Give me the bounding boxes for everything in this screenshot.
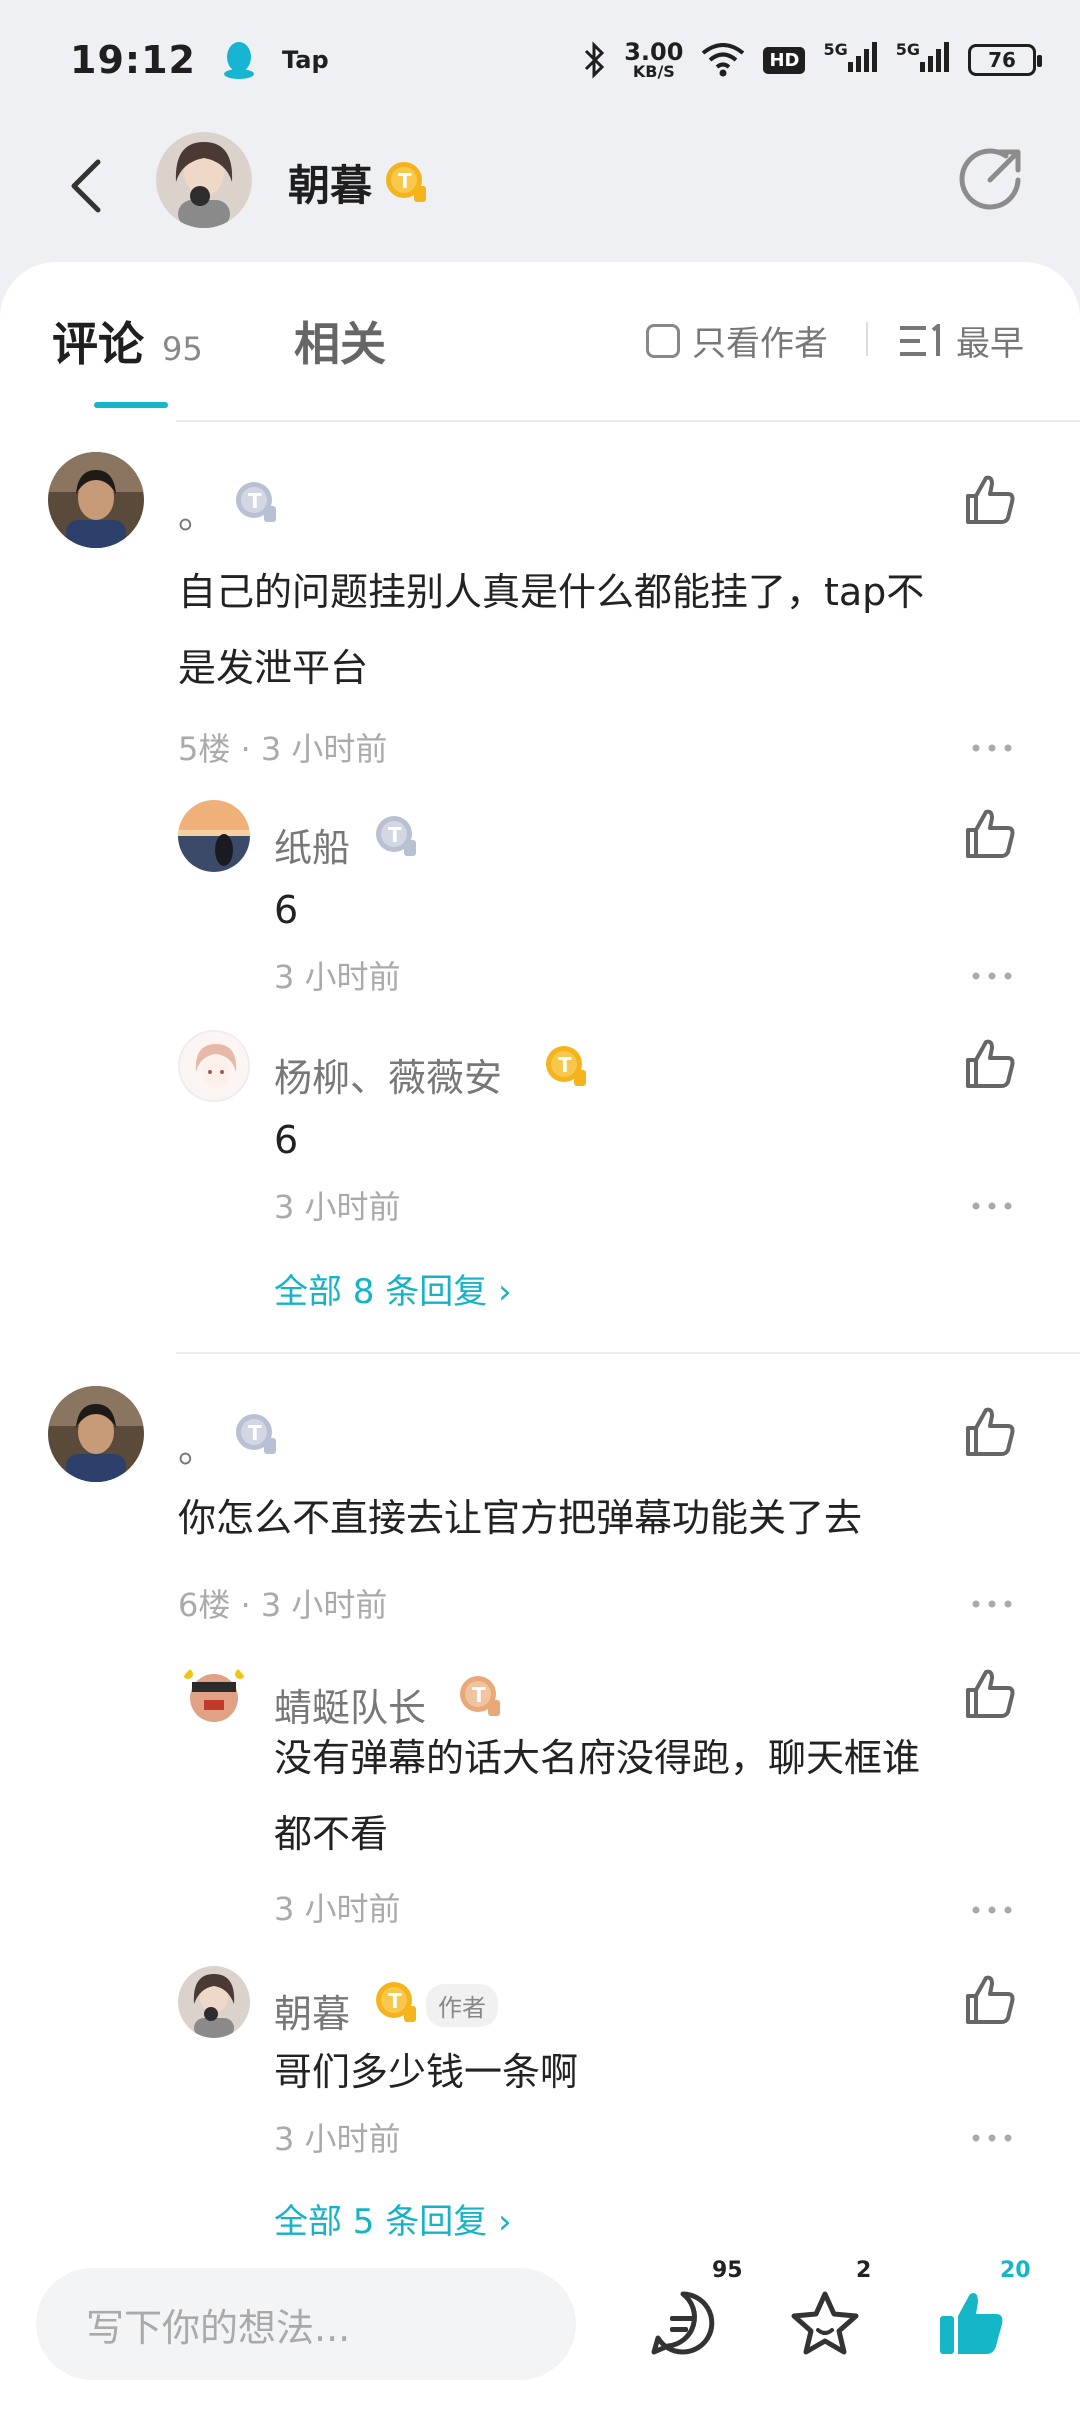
comment-button[interactable] <box>650 2290 716 2360</box>
comment-text: 自己的问题挂别人真是什么都能挂了，tap不 是发泄平台 <box>178 570 925 690</box>
bottom-action-bar: 写下你的想法... 95 2 20 <box>0 2240 1080 2412</box>
comments-sheet: 评论 95 相关 只看作者 最早 。 T 自己的问题挂别人真是什么都能挂了，ta… <box>0 262 1080 2240</box>
tab-indicator <box>94 402 168 408</box>
username[interactable]: 纸船 <box>274 817 350 872</box>
like-icon[interactable] <box>962 1036 1018 1092</box>
more-icon[interactable] <box>970 740 1014 756</box>
filter-separator <box>866 322 868 356</box>
svg-text:T: T <box>398 169 412 193</box>
username[interactable]: 朝暮 <box>274 1983 350 2038</box>
sort-icon <box>900 323 940 356</box>
tab-related[interactable]: 相关 <box>294 308 386 374</box>
svg-text:T: T <box>558 1053 572 1077</box>
reply-meta: 3 小时前 <box>274 1890 401 1928</box>
more-icon[interactable] <box>970 1198 1014 1214</box>
avatar[interactable] <box>48 452 144 548</box>
like-icon[interactable] <box>962 806 1018 862</box>
battery-indicator: 76 <box>968 44 1042 76</box>
like-post-button[interactable] <box>936 2288 1006 2362</box>
signal-1: 5G <box>823 40 877 81</box>
tap-notification-label: Tap <box>281 46 329 74</box>
reply-text: 6 <box>274 1118 299 1162</box>
author-tag: 作者 <box>426 1984 498 2027</box>
reply-meta: 3 小时前 <box>274 1188 401 1226</box>
tab-comments[interactable]: 评论 95 <box>52 308 203 374</box>
post-header: 朝暮 T <box>0 120 1080 260</box>
comment-meta: 5楼 · 3 小时前 <box>178 730 388 768</box>
level-badge-icon: T <box>376 816 416 856</box>
svg-text:T: T <box>472 1683 486 1707</box>
avatar[interactable] <box>178 1660 250 1732</box>
comment-divider <box>176 1352 1080 1354</box>
reply-meta: 3 小时前 <box>274 2120 401 2158</box>
status-time: 19:12 <box>70 38 196 82</box>
avatar[interactable] <box>178 800 250 872</box>
chevron-left-icon <box>71 159 101 213</box>
bluetooth-icon <box>585 41 605 79</box>
like-count: 20 <box>1000 2258 1031 2283</box>
more-icon[interactable] <box>970 968 1014 984</box>
svg-text:T: T <box>248 1421 262 1445</box>
more-icon[interactable] <box>970 2130 1014 2146</box>
reply-text: 哥们多少钱一条啊 <box>274 2050 579 2094</box>
hd-badge: HD <box>763 46 806 74</box>
like-icon[interactable] <box>962 472 1018 528</box>
level-badge-icon: T <box>546 1046 586 1086</box>
username[interactable]: 。 <box>178 484 216 539</box>
qq-icon <box>223 42 254 79</box>
like-icon[interactable] <box>962 1972 1018 2028</box>
level-badge-icon: T <box>386 162 426 202</box>
comments-count: 95 <box>162 330 203 368</box>
share-icon[interactable] <box>956 144 1026 214</box>
avatar[interactable] <box>178 1966 250 2038</box>
favorite-count: 2 <box>856 2258 872 2283</box>
username[interactable]: 。 <box>178 1418 216 1473</box>
sort-button[interactable]: 最早 <box>900 316 1024 365</box>
level-badge-icon: T <box>460 1676 500 1716</box>
comment-input[interactable]: 写下你的想法... <box>36 2268 576 2380</box>
wifi-icon <box>702 43 745 77</box>
back-button[interactable] <box>56 156 116 216</box>
avatar[interactable] <box>48 1386 144 1482</box>
level-badge-icon: T <box>236 482 276 522</box>
reply-text: 没有弹幕的话大名府没得跑，聊天框谁 都不看 <box>274 1736 921 1856</box>
author-avatar[interactable] <box>156 132 252 228</box>
more-icon[interactable] <box>970 1596 1014 1612</box>
thumbs-up-filled-icon <box>940 2293 1003 2354</box>
checkbox-icon <box>646 323 680 358</box>
comment-icon <box>651 2291 715 2355</box>
status-bar: 19:12 Tap 3.00 KB/S HD 5G 5G 76 <box>0 0 1080 120</box>
all-replies-link[interactable]: 全部 8 条回复 › <box>274 1264 512 1313</box>
level-badge-icon: T <box>376 1982 416 2022</box>
comment-text: 你怎么不直接去让官方把弹幕功能关了去 <box>178 1496 863 1540</box>
like-icon[interactable] <box>962 1404 1018 1460</box>
reply-meta: 3 小时前 <box>274 958 401 996</box>
author-name[interactable]: 朝暮 <box>288 152 372 213</box>
more-icon[interactable] <box>970 1902 1014 1918</box>
net-speed: 3.00 KB/S <box>624 38 684 81</box>
all-replies-link[interactable]: 全部 5 条回复 › <box>274 2194 512 2240</box>
tabs-bar: 评论 95 相关 只看作者 最早 <box>0 262 1080 422</box>
level-badge-icon: T <box>236 1414 276 1454</box>
signal-2: 5G <box>896 40 950 81</box>
reply-text: 6 <box>274 888 299 932</box>
username[interactable]: 杨柳、薇薇安 <box>274 1047 502 1102</box>
comment-meta: 6楼 · 3 小时前 <box>178 1586 388 1624</box>
favorite-button[interactable] <box>790 2290 860 2360</box>
author-only-toggle[interactable]: 只看作者 <box>646 316 828 365</box>
svg-text:T: T <box>388 1989 402 2013</box>
comment-count: 95 <box>712 2258 743 2283</box>
avatar[interactable] <box>178 1030 250 1102</box>
star-icon <box>791 2291 859 2355</box>
svg-text:T: T <box>388 823 402 847</box>
like-icon[interactable] <box>962 1666 1018 1722</box>
svg-text:T: T <box>248 489 262 513</box>
tabs-divider <box>176 420 1080 422</box>
